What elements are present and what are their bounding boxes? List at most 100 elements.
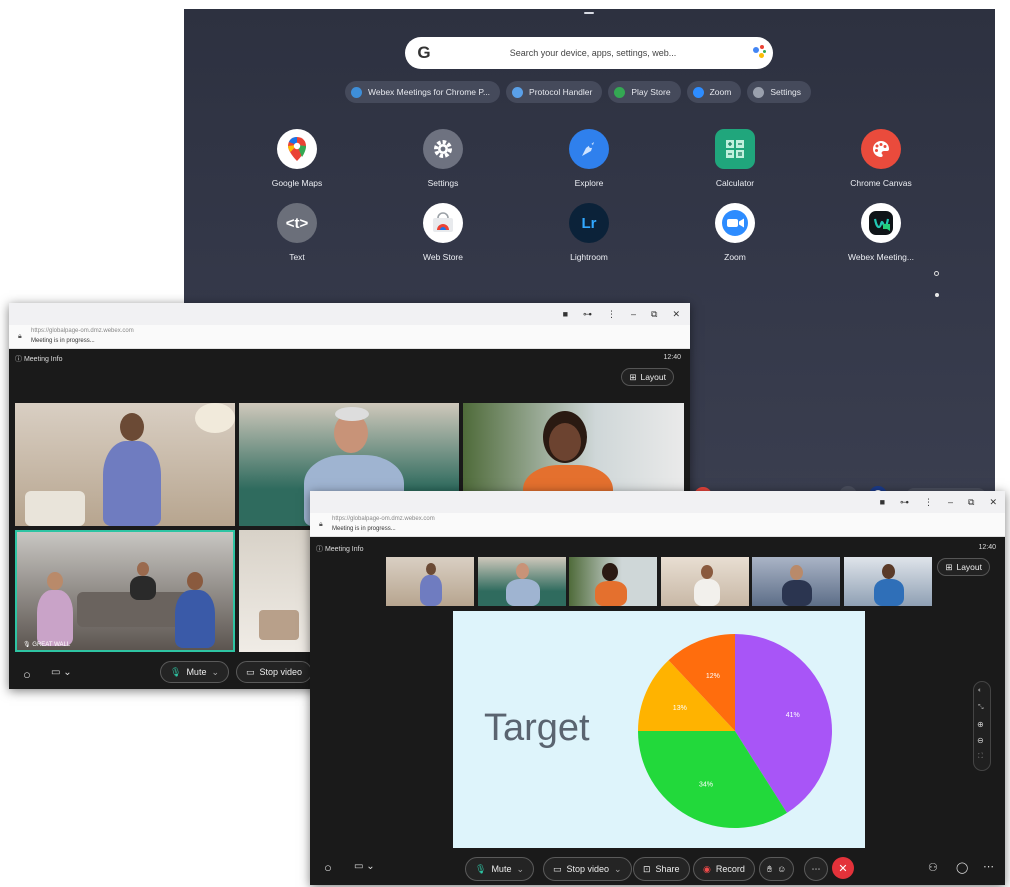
app-settings[interactable]: Settings — [370, 129, 516, 188]
window-controls: ■ ⊶ ⋮ – ⧉ ✕ — [880, 491, 997, 513]
lock-icon: 🔒︎ — [18, 333, 22, 340]
pie-chart: 41% 34% 13% 12% — [638, 634, 832, 828]
layout-icon: ⊞ — [629, 371, 637, 382]
chevron-down-icon: ⌄ — [614, 863, 622, 874]
chat-icon[interactable]: ▭ ⌄ — [51, 667, 72, 678]
text-icon: <t> — [277, 203, 317, 243]
minimize-icon[interactable]: – — [948, 497, 953, 507]
google-icon: G — [417, 43, 431, 62]
raise-hand-icon: ✋︎ — [767, 863, 773, 874]
title-bar: ■ ⊶ ⋮ – ⧉ ✕ — [310, 491, 1005, 513]
lock-icon: 🔒︎ — [319, 521, 323, 528]
restore-icon[interactable]: ⧉ — [968, 497, 974, 508]
chip-webex[interactable]: Webex Meetings for Chrome P... — [345, 81, 501, 103]
app-explore[interactable]: Explore — [516, 129, 662, 188]
layout-icon: ⊞ — [945, 561, 953, 572]
app-text[interactable]: <t> Text — [224, 203, 370, 262]
suggestion-chips: Webex Meetings for Chrome P... Protocol … — [345, 81, 812, 103]
share-button[interactable]: ⊡ Share — [633, 857, 690, 881]
chip-settings[interactable]: Settings — [747, 81, 812, 103]
window-controls: ■ ⊶ ⋮ – ⧉ ✕ — [563, 303, 680, 325]
gear-icon — [423, 129, 463, 169]
fullscreen-icon[interactable]: ⛶ — [978, 753, 983, 761]
key-icon[interactable]: ⊶ — [583, 309, 592, 320]
video-tile-active-speaker[interactable]: 🎙︎ GREAT WALL — [15, 530, 235, 652]
shared-content-slide: Target 41% 34% 13% 12% — [453, 611, 865, 848]
video-tile[interactable] — [15, 403, 235, 526]
more-vert-icon[interactable]: ⋮ — [607, 309, 616, 320]
video-icon: ▭ — [553, 863, 562, 874]
webex-window-front: ■ ⊶ ⋮ – ⧉ ✕ 🔒︎ https://globalpage-om.dmz… — [310, 491, 1005, 885]
zoom-out-icon[interactable]: ⊖ — [977, 736, 984, 745]
record-button[interactable]: ◉ Record — [693, 857, 755, 881]
layout-button[interactable]: ⊞ Layout — [621, 368, 674, 386]
more-horizontal-icon: ⋯ — [811, 863, 821, 874]
fit-icon[interactable]: ⤡ — [978, 704, 984, 712]
restore-icon[interactable]: ⧉ — [651, 309, 657, 320]
close-icon[interactable]: ✕ — [672, 309, 680, 320]
clock: 12:40 — [978, 544, 996, 551]
launcher-handle[interactable] — [584, 12, 594, 14]
filmstrip-tile[interactable] — [386, 557, 474, 606]
mute-button[interactable]: 🎙︎ Mute ⌄ — [465, 857, 534, 881]
pie-data-label: 34% — [699, 782, 713, 789]
app-google-maps[interactable]: Google Maps — [224, 129, 370, 188]
app-chrome-canvas[interactable]: Chrome Canvas — [808, 129, 954, 188]
page-indicator-dot-active[interactable] — [935, 293, 939, 297]
stop-video-button[interactable]: ▭ Stop video — [236, 661, 313, 683]
chevron-down-icon: ⌄ — [211, 666, 219, 677]
chat-icon[interactable]: ▭ ⌄ — [354, 861, 375, 872]
meeting-info[interactable]: ⓘ Meeting Info — [316, 544, 363, 554]
zoom-in-icon[interactable]: ⊕ — [977, 720, 984, 729]
filmstrip-tile[interactable] — [569, 557, 657, 606]
slide-title: Target — [484, 707, 590, 749]
filmstrip-tile[interactable] — [661, 557, 749, 606]
minimize-icon[interactable]: – — [631, 309, 636, 319]
search-placeholder: Search your device, apps, settings, web.… — [509, 48, 677, 58]
microphone-icon: 🎙︎ — [475, 863, 487, 874]
mute-button[interactable]: 🎙︎ Mute ⌄ — [160, 661, 229, 683]
camera-icon[interactable]: ■ — [563, 309, 568, 319]
chip-zoom[interactable]: Zoom — [686, 81, 742, 103]
filmstrip-tile[interactable] — [752, 557, 840, 606]
filmstrip-tile[interactable] — [478, 557, 566, 606]
camera-icon[interactable]: ■ — [880, 497, 885, 507]
gear-icon — [753, 86, 765, 98]
volume-icon[interactable]: 🔈︎ — [978, 687, 982, 695]
app-web-store[interactable]: Web Store — [370, 203, 516, 262]
meeting-info[interactable]: ⓘ Meeting Info — [15, 354, 62, 364]
stop-video-button[interactable]: ▭ Stop video ⌄ — [543, 857, 632, 881]
status-text: Meeting is in progress... — [332, 526, 396, 532]
chat-bubble-icon[interactable]: ◯ — [956, 861, 968, 874]
close-icon[interactable]: ✕ — [989, 497, 997, 508]
lightroom-icon: Lr — [569, 203, 609, 243]
hand-reactions-button[interactable]: ✋︎ ☺ — [759, 857, 795, 881]
chrome-canvas-icon — [861, 129, 901, 169]
share-icon: ⊡ — [643, 863, 651, 874]
page-indicator-dot[interactable] — [934, 271, 939, 276]
app-lightroom[interactable]: Lr Lightroom — [516, 203, 662, 262]
more-options-button[interactable]: ⋯ — [804, 857, 828, 881]
app-calculator[interactable]: Calculator — [662, 129, 808, 188]
video-tile[interactable] — [239, 530, 319, 652]
zoom-icon — [715, 203, 755, 243]
more-vert-icon[interactable]: ⋮ — [924, 497, 933, 508]
layout-button[interactable]: ⊞ Layout — [937, 558, 990, 576]
leave-meeting-button[interactable]: ✕ — [832, 857, 854, 879]
more-horizontal-icon[interactable]: ⋯ — [983, 860, 994, 873]
participants-icon[interactable]: ⚇ — [928, 861, 938, 874]
key-icon[interactable]: ⊶ — [900, 497, 909, 508]
chip-play-store[interactable]: Play Store — [608, 81, 681, 103]
app-zoom[interactable]: Zoom — [662, 203, 808, 262]
zoom-controls: 🔈︎ ⤡ ⊕ ⊖ ⛶ — [973, 681, 991, 771]
launcher-search-bar[interactable]: G Search your device, apps, settings, we… — [405, 37, 773, 69]
reactions-icon[interactable]: ○ — [324, 860, 332, 875]
chip-protocol-handler[interactable]: Protocol Handler — [506, 81, 603, 103]
video-icon: ▭ — [246, 666, 255, 677]
protocol-handler-icon — [512, 86, 524, 98]
app-webex-meetings[interactable]: Webex Meeting... — [808, 203, 954, 262]
close-icon: ✕ — [838, 862, 848, 875]
assistant-icon[interactable] — [743, 37, 773, 69]
reactions-icon[interactable]: ○ — [23, 667, 31, 682]
filmstrip-tile[interactable] — [844, 557, 932, 606]
